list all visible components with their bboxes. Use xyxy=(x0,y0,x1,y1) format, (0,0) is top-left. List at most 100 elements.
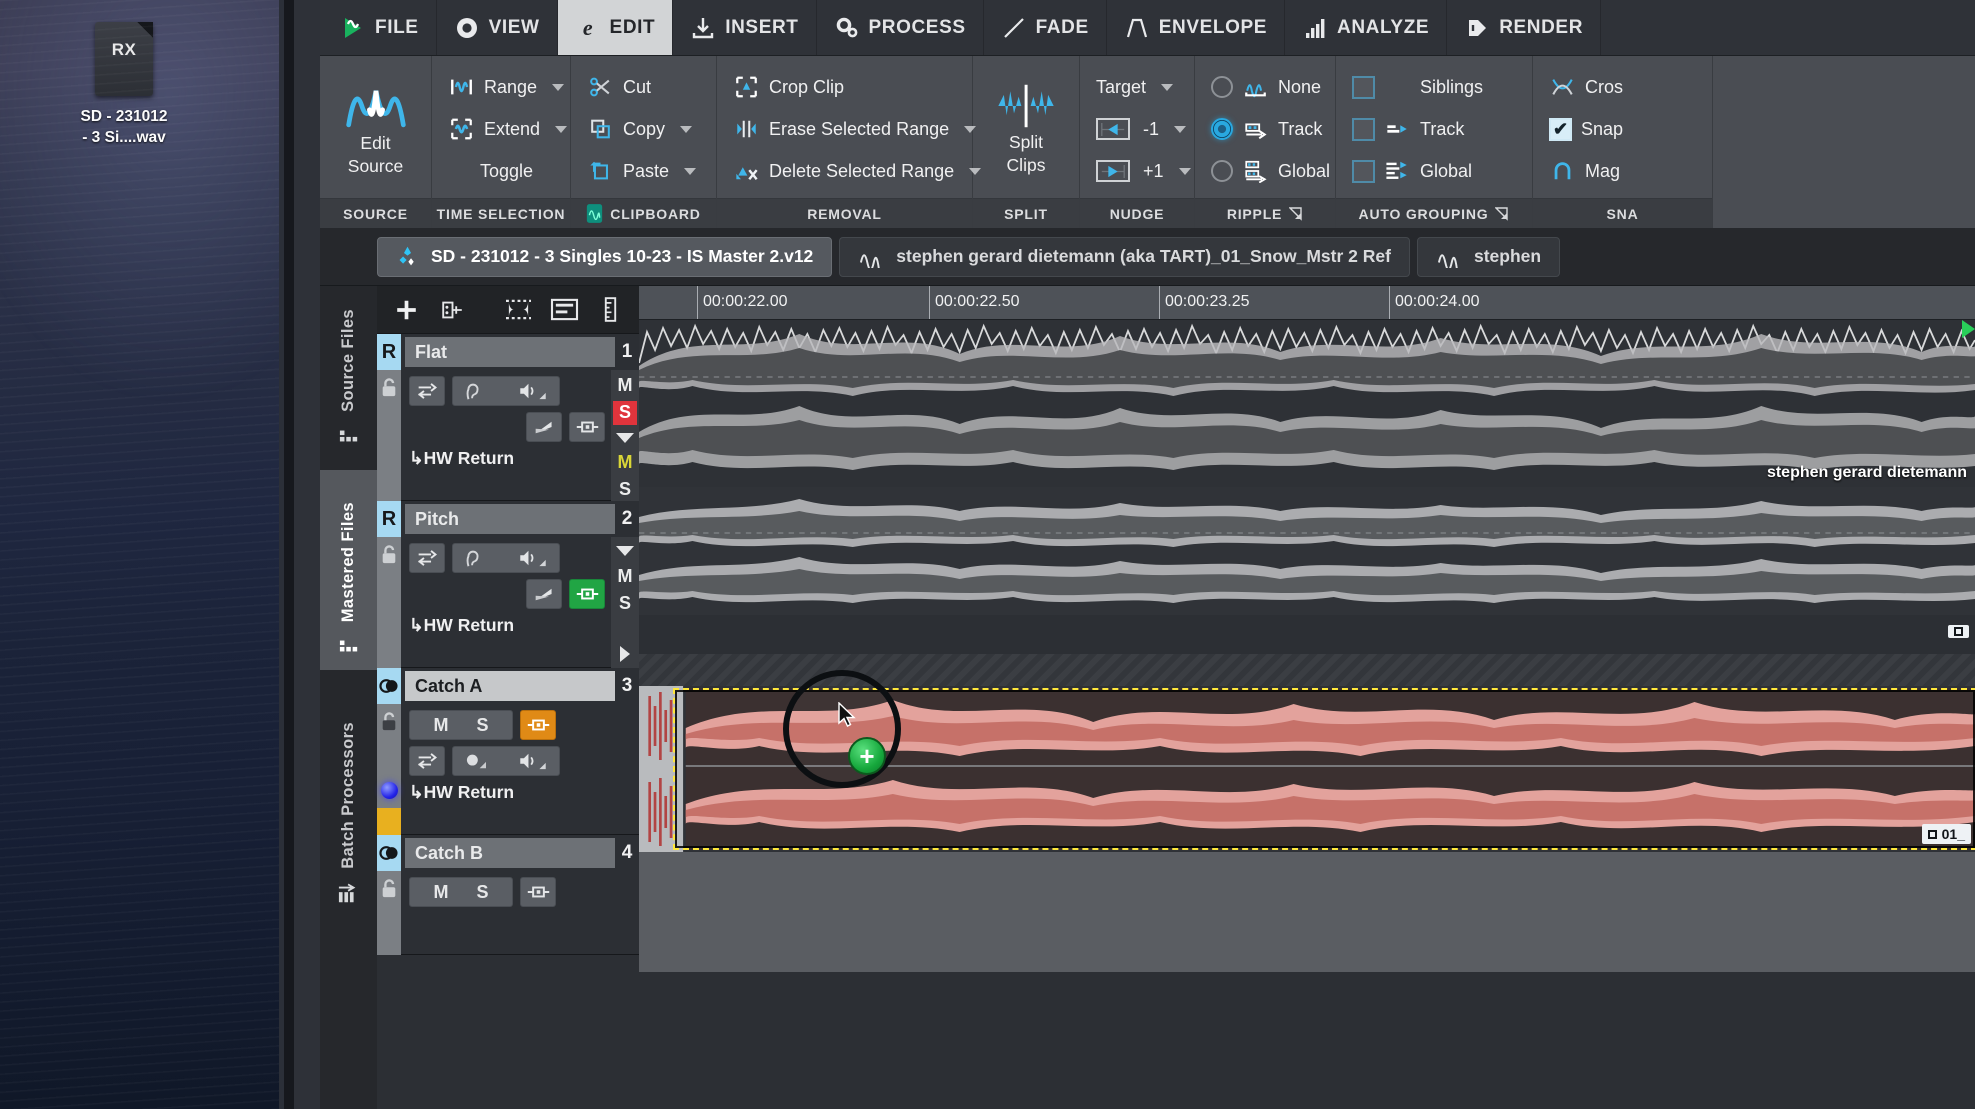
autogroup-track-option[interactable]: Track xyxy=(1346,110,1489,148)
desktop-file-icon[interactable]: RX SD - 231012 - 3 Si....wav xyxy=(40,22,208,149)
waveform-editor-area[interactable]: 00:00:22.00 00:00:22.50 00:00:23.25 00:0… xyxy=(639,286,1975,1109)
track-routing-button[interactable] xyxy=(409,376,445,406)
dialog-launcher-icon[interactable] xyxy=(1495,207,1509,221)
mute-secondary-button[interactable]: M xyxy=(613,451,637,475)
nav-tab-insert[interactable]: INSERT xyxy=(673,0,816,55)
track-record-badge[interactable]: R xyxy=(377,334,401,370)
track-monitor-volume-group[interactable] xyxy=(452,543,560,573)
track-output-pitch[interactable]: ↳HW Return xyxy=(409,615,605,636)
mute-button[interactable]: M xyxy=(433,715,448,736)
nav-tab-view[interactable]: VIEW xyxy=(437,0,558,55)
track-color-dot[interactable] xyxy=(381,782,398,799)
sidebar-item-source-files[interactable]: Source Files xyxy=(320,300,377,460)
chevron-down-icon[interactable] xyxy=(552,84,564,91)
clip-group-badge[interactable] xyxy=(377,835,401,871)
nudge-target-button[interactable]: Target xyxy=(1090,68,1197,106)
track-monitor-toggle[interactable] xyxy=(520,877,556,907)
cut-button[interactable]: Cut xyxy=(581,68,702,106)
mute-button[interactable]: M xyxy=(433,882,448,903)
toggle-button[interactable]: Toggle xyxy=(442,152,573,190)
track-routing-button[interactable] xyxy=(409,543,445,573)
copy-button[interactable]: Copy xyxy=(581,110,702,148)
ripple-none-option[interactable]: None xyxy=(1205,68,1336,106)
track-monitor-toggle-active[interactable] xyxy=(520,710,556,740)
crossfade-option[interactable]: Cros xyxy=(1543,68,1629,106)
pitch-clip-chip[interactable] xyxy=(1948,625,1969,638)
pan-knob-icon[interactable] xyxy=(463,751,489,771)
nudge-minus-button[interactable]: -1 xyxy=(1090,110,1197,148)
ripple-global-option[interactable]: Global xyxy=(1205,152,1336,190)
mute-button[interactable]: M xyxy=(613,374,637,398)
waveform-lane-pitch[interactable] xyxy=(639,487,1975,654)
add-track-icon[interactable] xyxy=(391,296,421,324)
document-tab-2[interactable]: stephen xyxy=(1417,237,1560,277)
chevron-down-icon[interactable] xyxy=(1174,126,1186,133)
lock-closed-icon[interactable] xyxy=(380,712,398,732)
erase-selected-range-button[interactable]: Erase Selected Range xyxy=(727,110,987,148)
mute-solo-group-catch-a[interactable]: M S xyxy=(409,710,513,740)
track-monitor-volume-group[interactable] xyxy=(452,376,560,406)
solo-button[interactable]: S xyxy=(613,591,637,615)
crop-clip-button[interactable]: Crop Clip xyxy=(727,68,987,106)
track-routing-button[interactable] xyxy=(409,746,445,776)
document-tab-0[interactable]: SD - 231012 - 3 Singles 10-23 - IS Maste… xyxy=(377,237,832,277)
track-name-catch-a[interactable]: Catch A xyxy=(405,671,615,701)
chevron-down-icon[interactable] xyxy=(1161,84,1173,91)
nav-tab-analyze[interactable]: ANALYZE xyxy=(1285,0,1447,55)
track-monitor-toggle-active[interactable] xyxy=(569,579,605,609)
nudge-plus-button[interactable]: +1 xyxy=(1090,152,1197,190)
timeline-ruler[interactable]: 00:00:22.00 00:00:22.50 00:00:23.25 00:0… xyxy=(639,286,1975,320)
waveform-lane-empty[interactable] xyxy=(639,852,1975,972)
track-output-flat[interactable]: ↳HW Return xyxy=(409,448,605,469)
mute-button[interactable]: M xyxy=(613,564,637,588)
nav-tab-file[interactable]: FILE xyxy=(323,0,437,55)
track-fade-button[interactable] xyxy=(526,579,562,609)
nav-tab-process[interactable]: PROCESS xyxy=(817,0,984,55)
magnet-option[interactable]: Mag xyxy=(1543,152,1629,190)
nav-tab-fade[interactable]: FADE xyxy=(984,0,1107,55)
edit-source-button[interactable]: Edit Source xyxy=(330,81,421,176)
solo-secondary-button[interactable]: S xyxy=(613,477,637,501)
track-fade-button[interactable] xyxy=(526,412,562,442)
track-header-pitch[interactable]: R Pitch 2 xyxy=(377,501,639,537)
extend-button[interactable]: Extend xyxy=(442,110,573,148)
chevron-down-icon[interactable] xyxy=(555,126,567,133)
range-button[interactable]: Range xyxy=(442,68,573,106)
lock-open-icon[interactable] xyxy=(380,545,398,565)
nav-tab-edit[interactable]: e EDIT xyxy=(558,0,674,55)
track-record-badge[interactable]: R xyxy=(377,501,401,537)
track-header-catch-a[interactable]: Catch A 3 xyxy=(377,668,639,704)
speaker-volume-icon[interactable] xyxy=(517,381,549,401)
track-name-flat[interactable]: Flat xyxy=(405,337,615,367)
ripple-track-option[interactable]: Track xyxy=(1205,110,1336,148)
waveform-lane-flat[interactable]: stephen gerard dietemann xyxy=(639,320,1975,487)
lock-open-icon[interactable] xyxy=(380,879,398,899)
chevron-down-icon[interactable] xyxy=(1179,168,1191,175)
document-tab-1[interactable]: stephen gerard dietemann (aka TART)_01_S… xyxy=(839,237,1410,277)
dialog-launcher-icon[interactable] xyxy=(1289,207,1303,221)
sidebar-item-mastered-files[interactable]: Mastered Files xyxy=(320,470,377,670)
speaker-volume-icon[interactable] xyxy=(517,751,549,771)
speaker-volume-icon[interactable] xyxy=(517,548,549,568)
track-layout-icon[interactable] xyxy=(437,296,467,324)
track-height-icon[interactable] xyxy=(549,296,579,324)
chevron-down-icon[interactable] xyxy=(680,126,692,133)
delete-selected-range-button[interactable]: Delete Selected Range xyxy=(727,152,987,190)
clip-group-badge[interactable] xyxy=(377,668,401,704)
split-clips-button[interactable]: Split Clips xyxy=(983,82,1069,175)
chevron-down-icon[interactable] xyxy=(616,546,634,556)
autogroup-siblings-option[interactable]: Siblings xyxy=(1346,68,1489,106)
mute-solo-group-catch-b[interactable]: M S xyxy=(409,877,513,907)
lock-open-icon[interactable] xyxy=(380,378,398,398)
nav-tab-render[interactable]: RENDER xyxy=(1447,0,1601,55)
ruler-icon[interactable] xyxy=(595,296,625,324)
paste-button[interactable]: Paste xyxy=(581,152,702,190)
sidebar-item-batch-processors[interactable]: Batch Processors xyxy=(320,684,377,919)
track-name-pitch[interactable]: Pitch xyxy=(405,504,615,534)
solo-button[interactable]: S xyxy=(476,882,488,903)
catch-a-clip-chip[interactable]: 01_ xyxy=(1922,824,1971,844)
track-monitor-toggle[interactable] xyxy=(569,412,605,442)
autogroup-global-option[interactable]: Global xyxy=(1346,152,1489,190)
solo-button[interactable]: S xyxy=(476,715,488,736)
ear-monitor-icon[interactable] xyxy=(463,547,483,569)
